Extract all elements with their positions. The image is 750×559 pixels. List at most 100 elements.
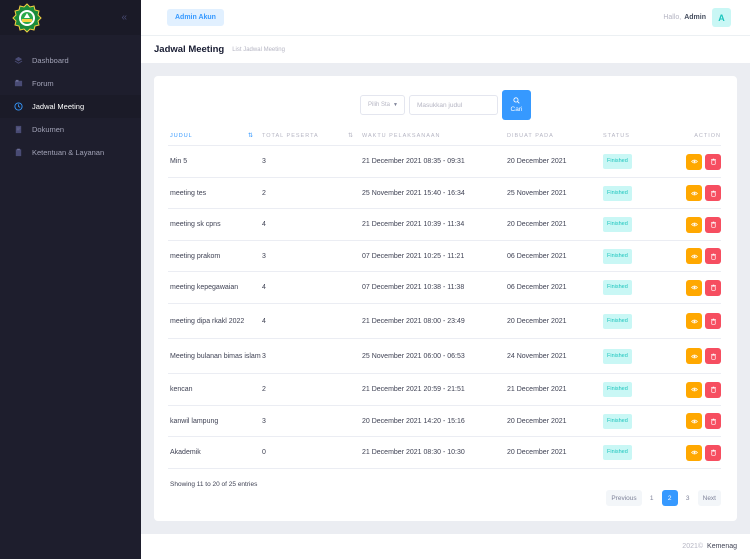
user-greeting[interactable]: Hallo, Admin A xyxy=(663,8,731,27)
view-button[interactable] xyxy=(686,313,702,329)
cell-action xyxy=(674,444,721,461)
view-button[interactable] xyxy=(686,444,702,461)
page-3-button[interactable]: 3 xyxy=(680,490,696,506)
cell-waktu-pelaksanaan: 07 December 2021 10:38 - 11:38 xyxy=(362,284,465,291)
admin-akun-button[interactable]: Admin Akun xyxy=(167,9,224,26)
sidebar-item-forum[interactable]: Forum xyxy=(0,72,141,95)
status-badge: Finished xyxy=(603,348,632,364)
eye-icon xyxy=(690,285,698,290)
cell-action xyxy=(674,313,721,329)
page-2-button[interactable]: 2 xyxy=(661,490,678,506)
trash-icon xyxy=(710,418,716,425)
search-placeholder: Masukkan judul xyxy=(417,101,463,109)
cell-action xyxy=(674,413,721,429)
sidebar-item-ketentuan-layanan[interactable]: Ketentuan & Layanan xyxy=(0,141,141,164)
sidebar-item-jadwal-meeting[interactable]: Jadwal Meeting xyxy=(0,95,141,118)
cell-action xyxy=(674,185,721,201)
view-button[interactable] xyxy=(686,248,702,264)
cell-status: Finished xyxy=(603,348,674,364)
column-status: STATUS xyxy=(603,133,674,139)
table-row: meeting kepegawaian 4 07 December 2021 10:… xyxy=(168,272,721,304)
table-row: kencan 2 21 December 2021 20:59 - 21:51 21 … xyxy=(168,374,721,406)
delete-button[interactable] xyxy=(705,216,721,233)
layers-icon xyxy=(14,56,23,65)
search-button[interactable]: Cari xyxy=(502,90,531,120)
cell-status: Finished xyxy=(603,154,674,169)
breadcrumb: List Jadwal Meeting xyxy=(232,46,285,53)
avatar[interactable]: A xyxy=(712,8,731,27)
delete-button[interactable] xyxy=(705,348,721,364)
delete-button[interactable] xyxy=(705,185,721,201)
status-badge: Finished xyxy=(603,445,632,460)
cell-judul: kanwil lampung xyxy=(170,417,219,425)
table-row: kanwil lampung 3 20 December 2021 14:20 - … xyxy=(168,406,721,437)
sidebar-item-dashboard[interactable]: Dashboard xyxy=(0,49,141,72)
view-button[interactable] xyxy=(686,216,702,233)
column-label: WAKTU PELAKSANAAN xyxy=(362,132,441,139)
trash-icon xyxy=(710,318,716,325)
cell-dibuat-pada: 24 November 2021 xyxy=(507,352,567,360)
view-button[interactable] xyxy=(686,348,702,364)
sidebar-item-dokumen[interactable]: Dokumen xyxy=(0,118,141,141)
next-page-button[interactable]: Next xyxy=(697,490,721,506)
eye-icon xyxy=(690,222,698,227)
status-badge: Finished xyxy=(603,185,632,201)
meeting-table: JUDUL ⇅ TOTAL PESERTA ⇅ WAKTU PELAKSANAAN … xyxy=(168,126,721,469)
subheader: Jadwal Meeting List Jadwal Meeting xyxy=(141,35,750,63)
sidebar-item-label: Ketentuan & Layanan xyxy=(32,148,105,157)
page-1-button[interactable]: 1 xyxy=(644,490,660,506)
clock-icon xyxy=(14,102,23,111)
eye-icon xyxy=(690,319,698,323)
column-total-peserta[interactable]: TOTAL PESERTA ⇅ xyxy=(262,132,362,140)
delete-button[interactable] xyxy=(705,381,721,398)
delete-button[interactable] xyxy=(705,444,721,461)
sidebar: « Dashboard Forum Jadwal Meeting Dokumen xyxy=(0,0,141,559)
delete-button[interactable] xyxy=(705,313,721,329)
view-button[interactable] xyxy=(686,185,702,201)
delete-button[interactable] xyxy=(705,248,721,264)
trash-icon xyxy=(710,158,716,165)
view-button[interactable] xyxy=(686,153,702,170)
eye-icon xyxy=(690,419,698,423)
clipboard-icon xyxy=(14,148,23,157)
sidebar-item-label: Jadwal Meeting xyxy=(32,102,85,111)
cell-waktu-pelaksanaan: 25 November 2021 15:40 - 16:34 xyxy=(362,189,465,197)
filter-bar: Pilih Sta ▼ Masukkan judul Cari xyxy=(154,90,737,120)
user-name: Admin xyxy=(684,14,706,21)
forum-icon xyxy=(14,79,23,88)
status-badge: Finished xyxy=(603,154,632,169)
delete-button[interactable] xyxy=(705,279,721,296)
cell-action xyxy=(674,381,721,398)
cell-total-peserta: 4 xyxy=(262,317,266,325)
status-select[interactable]: Pilih Sta ▼ xyxy=(360,95,405,115)
view-button[interactable] xyxy=(686,279,702,296)
status-select-value: Pilih Sta xyxy=(368,102,391,108)
table-row: meeting sk cpns 4 21 December 2021 10:39 -… xyxy=(168,209,721,241)
trash-icon xyxy=(710,253,716,260)
cell-dibuat-pada: 25 November 2021 xyxy=(507,189,567,197)
cell-status: Finished xyxy=(603,185,674,201)
cell-dibuat-pada: 21 December 2021 xyxy=(507,386,567,393)
eye-icon xyxy=(690,191,698,195)
trash-icon xyxy=(710,386,716,393)
delete-button[interactable] xyxy=(705,413,721,429)
greeting-text: Hallo, xyxy=(663,14,682,21)
cell-waktu-pelaksanaan: 21 December 2021 08:30 - 10:30 xyxy=(362,449,465,456)
table-row: meeting tes 2 25 November 2021 15:40 - 16:… xyxy=(168,178,721,209)
collapse-sidebar-icon[interactable]: « xyxy=(121,12,127,23)
column-judul[interactable]: JUDUL ⇅ xyxy=(168,132,262,140)
column-label: ACTION xyxy=(694,132,721,139)
meeting-list-card: Pilih Sta ▼ Masukkan judul Cari JUDUL ⇅ T… xyxy=(154,76,737,521)
search-input[interactable]: Masukkan judul xyxy=(409,95,498,115)
cell-dibuat-pada: 06 December 2021 xyxy=(507,252,567,260)
cell-dibuat-pada: 20 December 2021 xyxy=(507,317,567,325)
previous-page-button[interactable]: Previous xyxy=(606,490,642,506)
column-label: TOTAL PESERTA xyxy=(262,132,319,139)
status-badge: Finished xyxy=(603,413,632,429)
footer-org-link[interactable]: Kemenag xyxy=(707,543,737,550)
view-button[interactable] xyxy=(686,381,702,398)
view-button[interactable] xyxy=(686,413,702,429)
kemenag-logo[interactable] xyxy=(12,2,42,33)
delete-button[interactable] xyxy=(705,153,721,170)
cell-judul: meeting prakom xyxy=(170,252,221,260)
